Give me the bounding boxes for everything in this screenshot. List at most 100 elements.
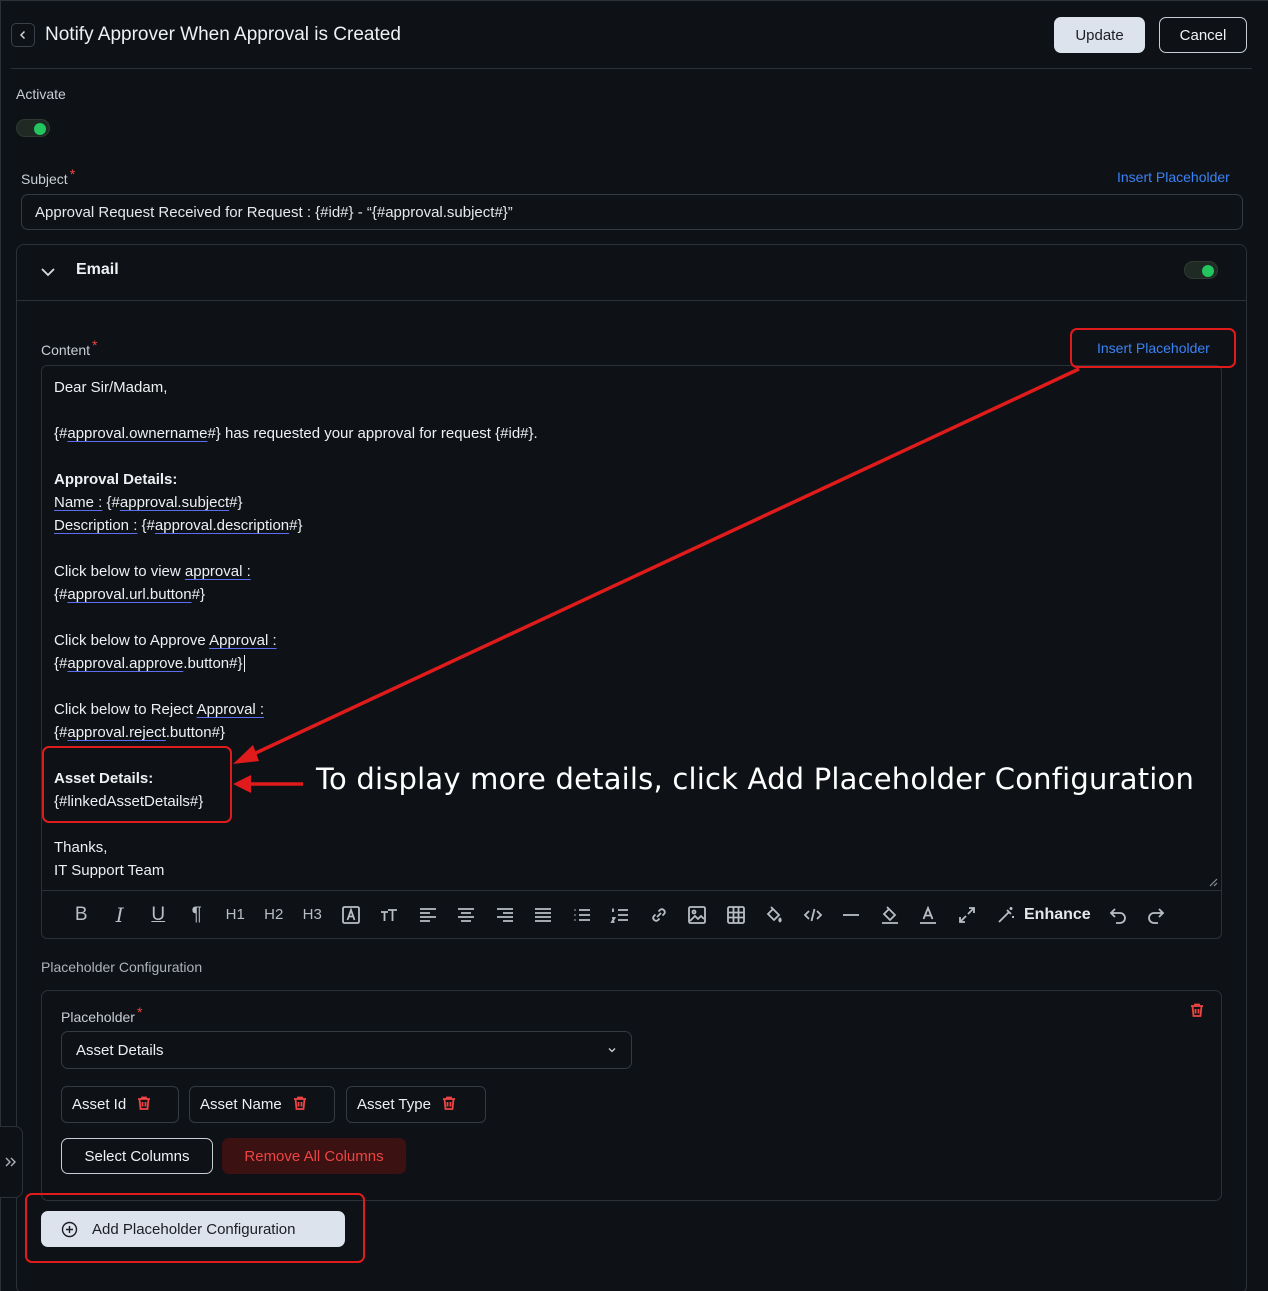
enhance-label: Enhance <box>1024 905 1091 923</box>
italic-button[interactable]: I <box>101 902 140 928</box>
cancel-button[interactable]: Cancel <box>1159 17 1247 53</box>
link-icon <box>652 907 666 922</box>
undo-button[interactable] <box>1099 902 1138 928</box>
email-toggle[interactable] <box>1184 261 1218 279</box>
chevron-left-icon <box>19 30 26 40</box>
back-button[interactable] <box>11 23 35 47</box>
align-left-button[interactable] <box>409 902 448 928</box>
remove-column-button[interactable] <box>136 1095 152 1115</box>
activate-toggle[interactable] <box>16 119 50 137</box>
align-left-icon <box>419 907 436 922</box>
undo-icon <box>1109 907 1126 924</box>
magic-wand-icon <box>998 906 1014 923</box>
numbered-list-button[interactable] <box>601 902 640 928</box>
signature-line: IT Support Team <box>54 862 165 879</box>
text-color-icon <box>920 905 937 924</box>
toggle-knob <box>34 123 46 135</box>
redo-button[interactable] <box>1137 902 1176 928</box>
align-center-button[interactable] <box>447 902 486 928</box>
reject-button-line: {#approval.reject.button#} <box>54 724 225 741</box>
link-button[interactable] <box>640 902 679 928</box>
activate-label: Activate <box>16 86 66 102</box>
view-button-line: {#approval.url.button#} <box>54 586 205 603</box>
heading1-button[interactable]: H1 <box>216 902 255 928</box>
approval-details-heading: Approval Details: <box>54 471 178 488</box>
delete-config-button[interactable] <box>1189 1002 1205 1022</box>
annotation-text: To display more details, click Add Place… <box>316 762 1195 796</box>
description-line: Description : {#approval.description#} <box>54 517 303 534</box>
update-button[interactable]: Update <box>1054 17 1145 53</box>
sidebar-expand-button[interactable] <box>0 1126 23 1198</box>
remove-column-button[interactable] <box>441 1095 457 1115</box>
subject-insert-placeholder-link[interactable]: Insert Placeholder <box>1117 169 1230 185</box>
required-mark: * <box>136 1004 143 1020</box>
underline-icon: U <box>151 903 166 925</box>
request-line: {#approval.ownername#} has requested you… <box>54 425 538 442</box>
heading3-icon: H3 <box>302 906 322 923</box>
text-box-icon <box>341 905 360 924</box>
image-icon <box>688 905 707 924</box>
email-header-divider <box>17 300 1246 301</box>
placeholder-selected-value: Asset Details <box>76 1041 164 1059</box>
content-label-text: Content <box>41 342 91 358</box>
greeting-line: Dear Sir/Madam, <box>54 379 168 396</box>
email-section-title: Email <box>76 261 119 278</box>
header-divider <box>11 68 1252 69</box>
double-chevron-right-icon <box>5 1157 16 1167</box>
align-justify-icon <box>535 907 552 922</box>
italic-icon: I <box>115 902 124 927</box>
paragraph-icon: ¶ <box>191 903 202 925</box>
code-icon <box>803 908 823 921</box>
toggle-knob <box>1202 265 1214 277</box>
bullet-list-button[interactable] <box>563 902 602 928</box>
remove-column-button[interactable] <box>292 1095 308 1115</box>
heading2-button[interactable]: H2 <box>255 902 294 928</box>
font-color-box-button[interactable] <box>332 902 371 928</box>
background-color-button[interactable] <box>871 902 910 928</box>
remove-all-columns-button[interactable]: Remove All Columns <box>222 1138 406 1174</box>
page-title: Notify Approver When Approval is Created <box>45 24 401 45</box>
placeholder-select[interactable]: Asset Details <box>61 1031 632 1069</box>
text-color-button[interactable] <box>909 902 948 928</box>
editor-toolbar: B I U ¶ H1 H2 H3 Enhance <box>42 890 1221 938</box>
code-button[interactable] <box>794 902 833 928</box>
annotation-highlight-add-config <box>25 1193 365 1263</box>
font-size-button[interactable] <box>370 902 409 928</box>
select-columns-button[interactable]: Select Columns <box>61 1138 213 1174</box>
placeholder-label-text: Placeholder <box>61 1009 135 1025</box>
heading3-button[interactable]: H3 <box>293 902 332 928</box>
align-right-icon <box>496 907 513 922</box>
numbered-list-icon <box>610 908 629 923</box>
column-chip-label: Asset Name <box>200 1096 282 1113</box>
view-line: Click below to view approval : <box>54 563 251 580</box>
fill-color-button[interactable] <box>755 902 794 928</box>
subject-input[interactable] <box>21 194 1243 230</box>
horizontal-rule-button[interactable] <box>832 902 871 928</box>
underline-button[interactable]: U <box>139 902 178 928</box>
table-button[interactable] <box>717 902 756 928</box>
redo-icon <box>1148 907 1165 924</box>
resize-handle-icon[interactable] <box>1208 877 1218 887</box>
enhance-button[interactable]: Enhance <box>996 905 1091 925</box>
fullscreen-button[interactable] <box>948 902 987 928</box>
table-icon <box>726 905 745 924</box>
align-right-button[interactable] <box>486 902 525 928</box>
heading2-icon: H2 <box>264 906 284 923</box>
align-justify-button[interactable] <box>524 902 563 928</box>
approve-line: Click below to Approve Approval : <box>54 632 277 649</box>
column-chip-label: Asset Id <box>72 1096 127 1113</box>
bold-button[interactable]: B <box>62 902 101 928</box>
chevron-down-icon[interactable] <box>39 263 57 281</box>
required-mark: * <box>92 337 98 353</box>
horizontal-rule-icon <box>843 913 860 916</box>
trash-icon <box>442 1096 455 1110</box>
subject-label-text: Subject <box>21 171 68 187</box>
required-mark: * <box>69 166 76 182</box>
image-button[interactable] <box>678 902 717 928</box>
paragraph-button[interactable]: ¶ <box>178 902 217 928</box>
align-center-icon <box>458 907 475 922</box>
column-chip-label: Asset Type <box>357 1096 431 1113</box>
expand-icon <box>958 906 975 923</box>
trash-icon <box>138 1096 151 1110</box>
font-size-icon <box>381 908 398 921</box>
